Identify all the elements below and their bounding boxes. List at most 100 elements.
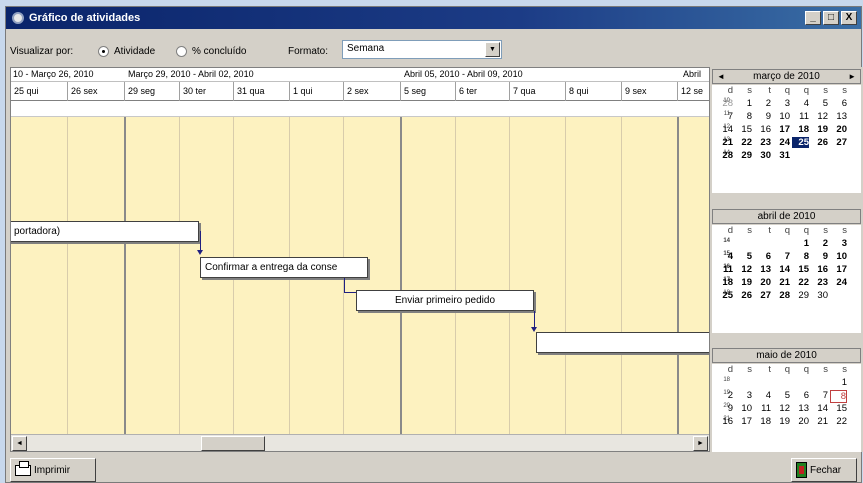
calendar-day[interactable]: 8 <box>735 111 752 122</box>
calendar-day[interactable]: 26 <box>735 290 752 301</box>
calendar-day[interactable]: 20 <box>754 277 771 288</box>
calendar-day[interactable]: 9 <box>754 111 771 122</box>
calendar-day[interactable]: 14 <box>773 264 790 275</box>
calendar-day[interactable]: 14 <box>716 124 733 135</box>
task-bar[interactable]: portadora) <box>11 221 199 242</box>
calendar-day[interactable]: 17 <box>830 264 847 275</box>
calendar-day[interactable]: 19 <box>811 124 828 135</box>
calendar-day[interactable]: 7 <box>773 251 790 262</box>
minimize-button[interactable]: _ <box>805 11 821 25</box>
calendar-day[interactable]: 9 <box>811 251 828 262</box>
calendar-day[interactable]: 16 <box>754 124 771 135</box>
calendar-day[interactable]: 24 <box>773 137 790 148</box>
scroll-left-icon[interactable]: ◄ <box>12 436 27 451</box>
maximize-button[interactable]: □ <box>823 11 839 25</box>
calendar-day[interactable]: 12 <box>773 403 790 414</box>
calendar-day[interactable]: 11 <box>716 264 733 275</box>
calendar-day[interactable]: 28 <box>716 150 733 161</box>
task-bar[interactable]: Confirmar a entrega da conse <box>200 257 368 278</box>
radio-activity[interactable] <box>98 46 109 57</box>
calendar-day[interactable]: 17 <box>773 124 790 135</box>
calendar-day[interactable]: 3 <box>773 98 790 109</box>
horizontal-scrollbar[interactable]: ◄ ► <box>11 434 709 451</box>
radio-percent-label[interactable]: % concluído <box>192 46 246 57</box>
calendar-day[interactable]: 28 <box>716 98 733 109</box>
calendar-day[interactable]: 28 <box>773 290 790 301</box>
calendar-day[interactable]: 4 <box>754 390 771 401</box>
calendar-day[interactable]: 23 <box>754 137 771 148</box>
calendar-day[interactable]: 5 <box>773 390 790 401</box>
calendar-day[interactable]: 13 <box>792 403 809 414</box>
calendar-day[interactable]: 22 <box>830 416 847 427</box>
calendar-day[interactable]: 25 <box>716 290 733 301</box>
calendar-day[interactable]: 7 <box>716 111 733 122</box>
calendar-day[interactable]: 18 <box>716 277 733 288</box>
calendar-day[interactable]: 6 <box>792 390 809 401</box>
calendar-day[interactable]: 13 <box>754 264 771 275</box>
calendar-day[interactable]: 30 <box>811 290 828 301</box>
calendar-day-today[interactable]: 8 <box>830 390 847 403</box>
calendar-day-selected[interactable]: 25 <box>792 137 809 148</box>
radio-activity-label[interactable]: Atividade <box>114 46 155 57</box>
calendar-day[interactable]: 18 <box>792 124 809 135</box>
radio-percent[interactable] <box>176 46 187 57</box>
calendar-day[interactable]: 22 <box>735 137 752 148</box>
calendar-day[interactable]: 10 <box>773 111 790 122</box>
calendar-day[interactable]: 26 <box>811 137 828 148</box>
calendar-day[interactable]: 3 <box>735 390 752 401</box>
calendar-day[interactable]: 13 <box>830 111 847 122</box>
calendar-day[interactable]: 27 <box>830 137 847 148</box>
calendar-day[interactable]: 16 <box>716 416 733 427</box>
title-bar[interactable]: Gráfico de atividades _ □ X <box>6 7 861 29</box>
calendar-day[interactable]: 20 <box>792 416 809 427</box>
calendar-day[interactable]: 6 <box>830 98 847 109</box>
calendar-day[interactable]: 21 <box>811 416 828 427</box>
calendar-day[interactable]: 17 <box>735 416 752 427</box>
calendar-day[interactable]: 15 <box>792 264 809 275</box>
calendar-day[interactable]: 31 <box>773 150 790 161</box>
calendar-day[interactable]: 18 <box>754 416 771 427</box>
scroll-right-icon[interactable]: ► <box>693 436 708 451</box>
calendar-day[interactable]: 29 <box>735 150 752 161</box>
calendar-day[interactable]: 15 <box>830 403 847 414</box>
calendar-day[interactable]: 23 <box>811 277 828 288</box>
calendar-day[interactable]: 5 <box>735 251 752 262</box>
calendar-day[interactable]: 11 <box>754 403 771 414</box>
calendar-day[interactable]: 4 <box>716 251 733 262</box>
calendar-day[interactable]: 30 <box>754 150 771 161</box>
calendar-day[interactable]: 6 <box>754 251 771 262</box>
calendar-day[interactable]: 3 <box>830 238 847 249</box>
calendar-day[interactable]: 29 <box>792 290 809 301</box>
calendar-day[interactable]: 21 <box>773 277 790 288</box>
calendar-day[interactable]: 19 <box>735 277 752 288</box>
calendar-day[interactable]: 8 <box>792 251 809 262</box>
calendar-day[interactable]: 20 <box>830 124 847 135</box>
calendar-day[interactable]: 24 <box>830 277 847 288</box>
calendar-day[interactable]: 12 <box>811 111 828 122</box>
calendar-day[interactable]: 1 <box>735 98 752 109</box>
calendar-day[interactable]: 1 <box>830 377 847 388</box>
format-select[interactable]: Semana ▼ <box>342 40 502 59</box>
task-bar[interactable]: Enviar primeiro pedido <box>356 290 534 311</box>
calendar-day[interactable]: 21 <box>716 137 733 148</box>
calendar-day[interactable]: 9 <box>716 403 733 414</box>
calendar-day[interactable]: 16 <box>811 264 828 275</box>
calendar-day[interactable]: 5 <box>811 98 828 109</box>
calendar-day[interactable]: 27 <box>754 290 771 301</box>
calendar-day[interactable]: 2 <box>754 98 771 109</box>
close-button[interactable]: X <box>841 11 857 25</box>
print-button[interactable]: Imprimir <box>10 458 96 482</box>
calendar-day[interactable]: 11 <box>792 111 809 122</box>
scroll-thumb[interactable] <box>201 436 265 451</box>
calendar-day[interactable]: 4 <box>792 98 809 109</box>
calendar-day[interactable]: 10 <box>830 251 847 262</box>
calendar-day[interactable]: 22 <box>792 277 809 288</box>
calendar-day[interactable]: 2 <box>811 238 828 249</box>
calendar-day[interactable]: 15 <box>735 124 752 135</box>
close-dialog-button[interactable]: Fechar <box>791 458 857 482</box>
calendar-day[interactable]: 7 <box>811 390 828 401</box>
next-month-icon[interactable]: ► <box>848 70 856 83</box>
calendar-day[interactable]: 19 <box>773 416 790 427</box>
calendar-day[interactable]: 1 <box>792 238 809 249</box>
prev-month-icon[interactable]: ◄ <box>717 70 725 83</box>
